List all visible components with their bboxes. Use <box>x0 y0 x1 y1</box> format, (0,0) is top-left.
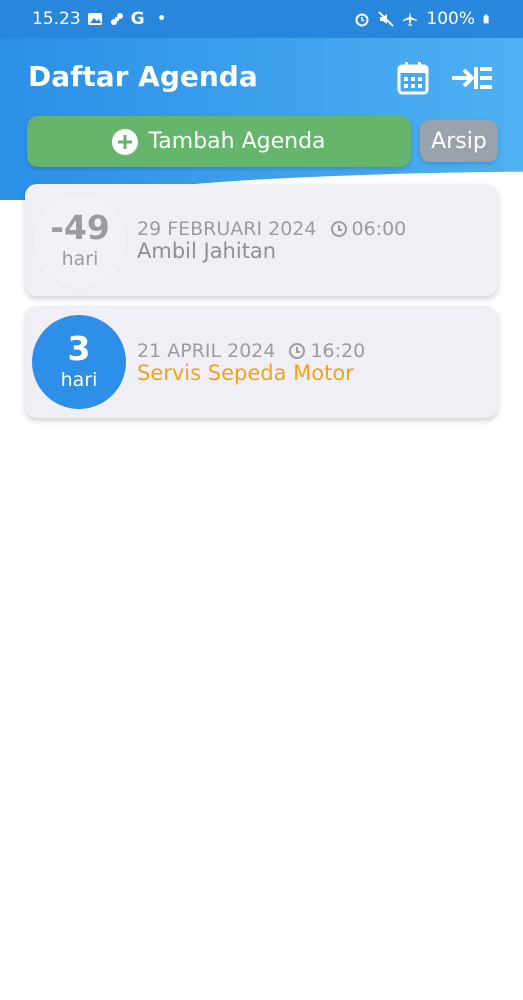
days-unit: hari <box>61 248 99 271</box>
agenda-time-text: 16:20 <box>310 340 366 362</box>
g-logo: G <box>130 9 145 29</box>
archive-button[interactable]: Arsip <box>420 120 498 162</box>
plus-circle-icon <box>112 128 139 155</box>
agenda-date: 29 FEBRUARI 2024 <box>137 218 317 240</box>
status-dot: • <box>156 9 167 29</box>
status-time: 15.23 <box>32 9 81 29</box>
agenda-card[interactable]: 3 hari 21 APRIL 2024 16:20 Servis Sepeda… <box>25 306 498 418</box>
days-badge: 3 hari <box>32 315 126 409</box>
battery-text: 100% <box>426 9 475 29</box>
agenda-date: 21 APRIL 2024 <box>137 340 276 362</box>
status-right: 100% <box>354 9 493 29</box>
calendar-icon <box>397 62 429 95</box>
settings-sync-icon <box>110 13 123 25</box>
mute-icon <box>378 11 395 27</box>
image-icon <box>87 13 102 25</box>
airplane-icon <box>403 12 418 26</box>
days-count: 3 <box>67 329 91 369</box>
calendar-button[interactable] <box>395 60 431 96</box>
agenda-time: 06:00 <box>330 218 407 240</box>
alarm-icon <box>355 13 369 27</box>
clock-icon <box>289 343 306 359</box>
days-badge: -49 hari <box>32 193 128 289</box>
agenda-time-text: 06:00 <box>351 218 407 240</box>
add-agenda-label: Tambah Agenda <box>148 129 326 154</box>
login-list-button[interactable] <box>450 60 494 96</box>
days-count: -49 <box>50 208 110 248</box>
agenda-time: 16:20 <box>289 340 365 362</box>
days-unit: hari <box>60 369 98 392</box>
agenda-meta: 21 APRIL 2024 16:20 <box>137 340 365 362</box>
add-agenda-button[interactable]: Tambah Agenda <box>27 116 411 167</box>
agenda-card[interactable]: -49 hari 29 FEBRUARI 2024 06:00 Ambil Ja… <box>25 184 498 296</box>
clock-icon <box>330 221 347 237</box>
battery-icon <box>483 14 489 24</box>
agenda-meta: 29 FEBRUARI 2024 06:00 <box>137 218 406 240</box>
agenda-title: Ambil Jahitan <box>137 239 277 263</box>
status-left: 15.23 G • <box>32 9 167 29</box>
status-bar: 15.23 G • 100% <box>0 0 523 38</box>
page-title: Daftar Agenda <box>28 60 258 93</box>
arrow-right-list-icon <box>452 67 492 89</box>
agenda-title: Servis Sepeda Motor <box>137 361 354 385</box>
